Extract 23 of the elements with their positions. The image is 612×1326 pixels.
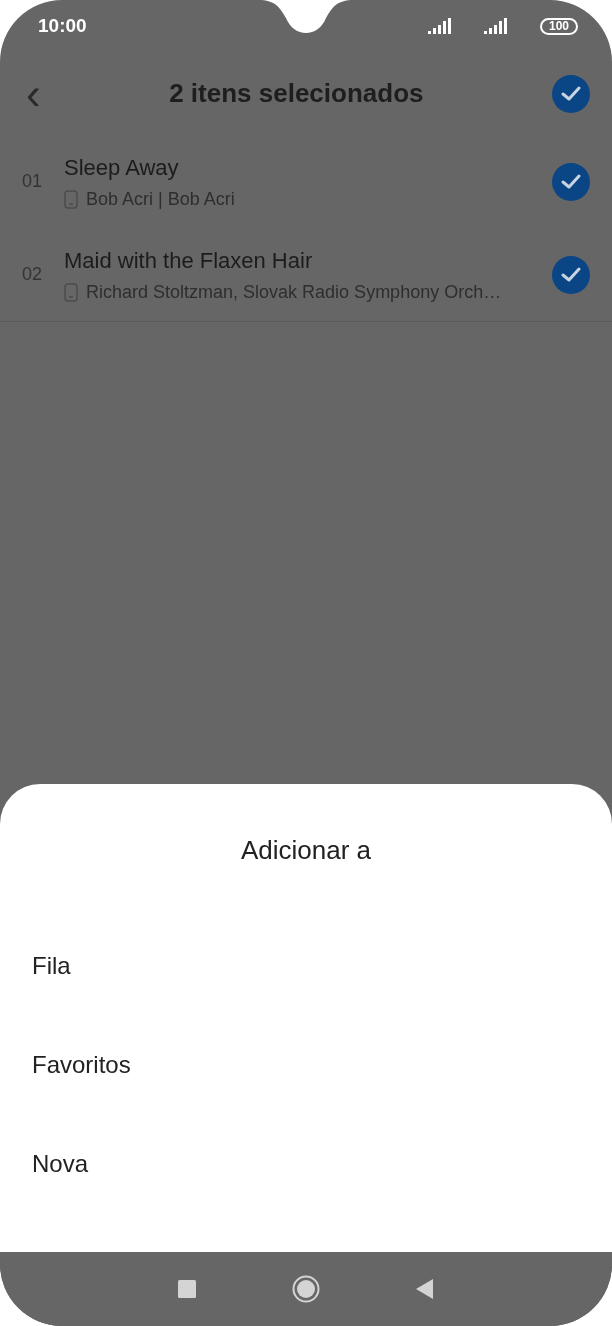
track-artist: Richard Stoltzman, Slovak Radio Symphony Orch… (86, 280, 502, 304)
phone-icon (64, 282, 78, 302)
battery-level: 100 (539, 17, 578, 35)
check-icon (561, 85, 581, 102)
sheet-title: Adicionar a (240, 833, 372, 867)
menu-option[interactable]: Fila (0, 916, 612, 1015)
signal-icon (483, 18, 508, 34)
back-nav-button[interactable] (416, 1279, 434, 1299)
menu-option[interactable]: Favoritos (0, 1015, 612, 1114)
check-icon (561, 266, 581, 283)
check-icon (561, 173, 581, 190)
status-time: 10:00 (38, 13, 87, 38)
home-button[interactable] (292, 1275, 320, 1303)
track-title: Maid with the Flaxen Hair (64, 246, 314, 275)
phone-icon (64, 189, 78, 209)
menu-option[interactable]: Nova (0, 1114, 612, 1213)
checkbox[interactable] (552, 74, 590, 113)
header-title: 2 itens selecionados (169, 77, 424, 110)
checkbox[interactable] (552, 162, 590, 201)
track-artist: Bob Acri | Bob Acri (86, 187, 235, 211)
checkbox[interactable] (552, 255, 590, 294)
track-title: Sleep Away (64, 153, 180, 182)
signal-icon (427, 18, 452, 34)
